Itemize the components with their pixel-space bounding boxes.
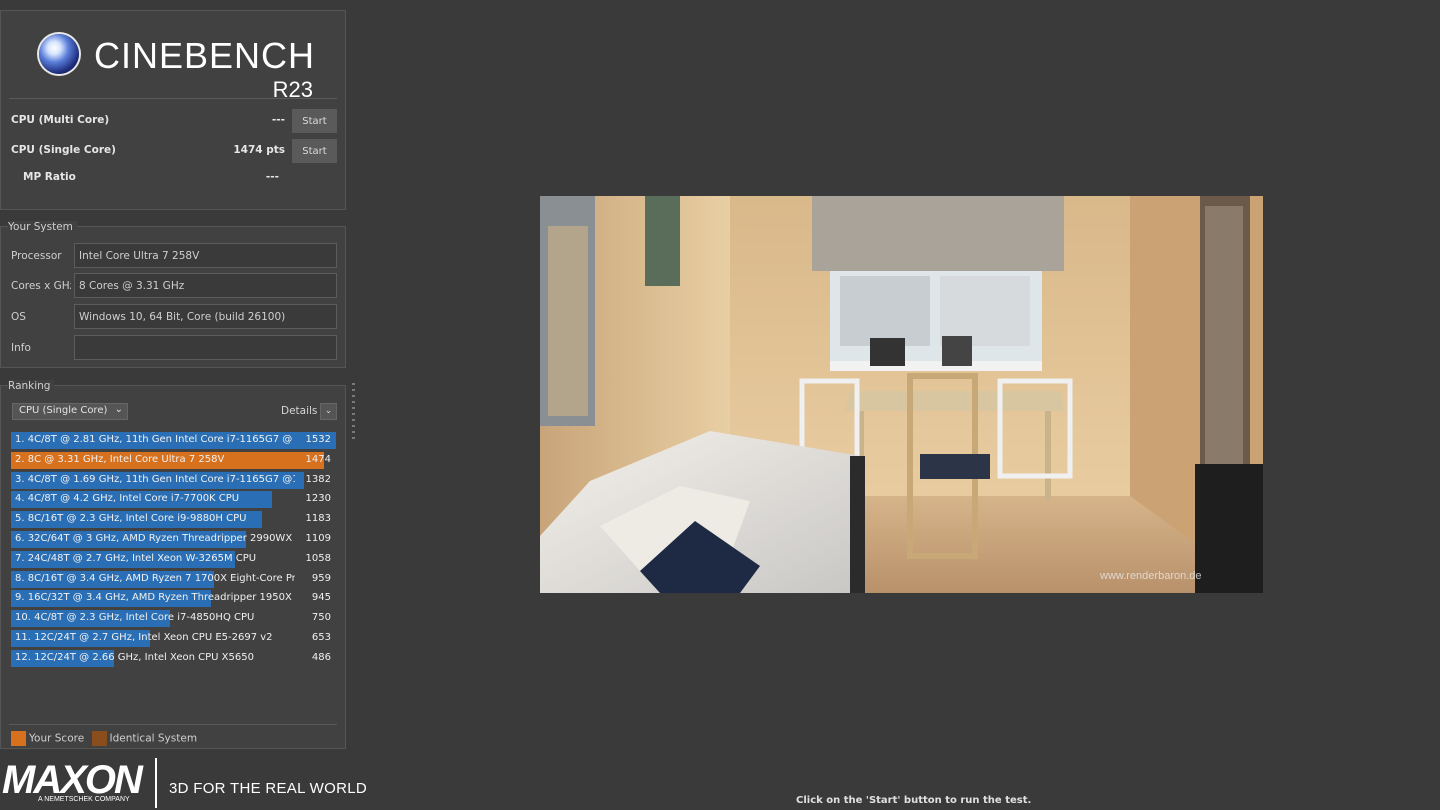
identical-system-swatch bbox=[91, 731, 107, 746]
info-label: Info bbox=[11, 342, 31, 354]
ranking-row[interactable]: 1. 4C/8T @ 2.81 GHz, 11th Gen Intel Core… bbox=[11, 431, 341, 451]
maxon-logo: MAXON A NEMETSCHEK COMPANY bbox=[2, 758, 148, 810]
ranking-entry-score: 1532 bbox=[305, 434, 331, 445]
single-core-start-button[interactable]: Start bbox=[292, 139, 337, 163]
ranking-row[interactable]: 4. 4C/8T @ 4.2 GHz, Intel Core i7-7700K … bbox=[11, 490, 341, 510]
divider bbox=[9, 98, 337, 99]
info-row: Info bbox=[1, 335, 347, 361]
render-scene-image: www.renderbaron.de bbox=[540, 196, 1263, 593]
app-version: R23 bbox=[272, 77, 313, 102]
ranking-row[interactable]: 8. 8C/16T @ 3.4 GHz, AMD Ryzen 7 1700X E… bbox=[11, 570, 341, 590]
maxon-subtitle: A NEMETSCHEK COMPANY bbox=[38, 796, 130, 803]
processor-label: Processor bbox=[11, 250, 62, 262]
mp-ratio-value: --- bbox=[265, 171, 279, 183]
panel-resize-handle[interactable] bbox=[352, 383, 355, 443]
cinebench-sphere-icon bbox=[39, 34, 79, 74]
divider bbox=[155, 758, 157, 808]
ranking-row[interactable]: 9. 16C/32T @ 3.4 GHz, AMD Ryzen Threadri… bbox=[11, 589, 341, 609]
tagline: 3D FOR THE REAL WORLD bbox=[169, 780, 367, 797]
cores-label: Cores x GHz bbox=[11, 280, 71, 292]
ranking-mode-dropdown[interactable]: CPU (Single Core) ⌄ bbox=[12, 403, 128, 420]
multi-core-row: CPU (Multi Core) --- Start bbox=[1, 109, 347, 133]
legend-identical-system-label: Identical System bbox=[109, 732, 198, 745]
ranking-entry-score: 1058 bbox=[305, 552, 331, 564]
ranking-mode-value: CPU (Single Core) bbox=[19, 405, 108, 416]
ranking-row[interactable]: 12. 12C/24T @ 2.66 GHz, Intel Xeon CPU X… bbox=[11, 649, 341, 669]
ranking-entry-score: 1109 bbox=[305, 532, 331, 544]
ranking-entry-score: 1382 bbox=[305, 473, 331, 485]
single-core-score: 1474 pts bbox=[233, 144, 285, 156]
ranking-entry-label: 6. 32C/64T @ 3 GHz, AMD Ryzen Threadripp… bbox=[15, 532, 295, 544]
system-title: Your System bbox=[8, 221, 77, 233]
cinebench-logo: CINEBENCH R23 bbox=[39, 27, 319, 102]
ranking-entry-score: 959 bbox=[311, 572, 331, 584]
legend-your-score-label: Your Score bbox=[29, 732, 85, 745]
status-message: Click on the 'Start' button to run the t… bbox=[796, 795, 1032, 806]
ranking-entry-label: 4. 4C/8T @ 4.2 GHz, Intel Core i7-7700K … bbox=[15, 493, 240, 505]
ranking-row[interactable]: 7. 24C/48T @ 2.7 GHz, Intel Xeon W-3265M… bbox=[11, 550, 341, 570]
ranking-entry-label: 10. 4C/8T @ 2.3 GHz, Intel Core i7-4850H… bbox=[15, 612, 255, 624]
ranking-entry-label: 5. 8C/16T @ 2.3 GHz, Intel Core i9-9880H… bbox=[15, 513, 247, 525]
details-toggle-button[interactable]: ⌄ bbox=[320, 403, 337, 420]
cores-row: Cores x GHz 8 Cores @ 3.31 GHz bbox=[1, 273, 347, 299]
ranking-entry-label: 9. 16C/32T @ 3.4 GHz, AMD Ryzen Threadri… bbox=[15, 592, 295, 604]
ranking-title: Ranking bbox=[8, 380, 55, 392]
single-core-row: CPU (Single Core) 1474 pts Start bbox=[1, 139, 347, 163]
ranking-legend: Your Score Identical System bbox=[11, 731, 201, 746]
ranking-entry-score: 750 bbox=[311, 612, 331, 624]
divider bbox=[9, 724, 337, 725]
ranking-entry-label: 7. 24C/48T @ 2.7 GHz, Intel Xeon W-3265M… bbox=[15, 552, 257, 564]
ranking-entry-score: 1230 bbox=[305, 493, 331, 505]
legend-identical-system: Identical System bbox=[91, 731, 198, 746]
cores-field[interactable]: 8 Cores @ 3.31 GHz bbox=[74, 273, 337, 298]
ranking-row[interactable]: 5. 8C/16T @ 2.3 GHz, Intel Core i9-9880H… bbox=[11, 510, 341, 530]
os-row: OS Windows 10, 64 Bit, Core (build 26100… bbox=[1, 304, 347, 330]
mp-ratio-label: MP Ratio bbox=[23, 171, 76, 183]
ranking-entry-score: 653 bbox=[311, 631, 331, 643]
os-field[interactable]: Windows 10, 64 Bit, Core (build 26100) bbox=[74, 304, 337, 329]
multi-core-score: --- bbox=[271, 114, 285, 126]
render-viewport: www.renderbaron.de bbox=[540, 196, 1263, 593]
your-score-swatch bbox=[11, 731, 26, 746]
app-title: CINEBENCH bbox=[94, 35, 316, 76]
benchmark-panel: CINEBENCH R23 CPU (Multi Core) --- Start… bbox=[0, 10, 346, 210]
os-label: OS bbox=[11, 311, 26, 323]
ranking-entry-label: 8. 8C/16T @ 3.4 GHz, AMD Ryzen 7 1700X E… bbox=[15, 572, 295, 584]
ranking-row[interactable]: 10. 4C/8T @ 2.3 GHz, Intel Core i7-4850H… bbox=[11, 609, 341, 629]
system-panel: Your System Processor Intel Core Ultra 7… bbox=[0, 221, 347, 368]
ranking-row-own[interactable]: 2. 8C @ 3.31 GHz, Intel Core Ultra 7 258… bbox=[11, 451, 341, 471]
info-field[interactable] bbox=[74, 335, 337, 360]
single-core-label: CPU (Single Core) bbox=[11, 144, 116, 156]
multi-core-start-button[interactable]: Start bbox=[292, 109, 337, 133]
legend-your-score: Your Score bbox=[11, 731, 84, 746]
ranking-entry-score: 486 bbox=[311, 651, 331, 663]
ranking-row[interactable]: 3. 4C/8T @ 1.69 GHz, 11th Gen Intel Core… bbox=[11, 471, 341, 491]
ranking-entry-label: 11. 12C/24T @ 2.7 GHz, Intel Xeon CPU E5… bbox=[15, 631, 273, 643]
ranking-entry-score: 1474 bbox=[305, 453, 331, 465]
chevron-down-icon: ⌄ bbox=[324, 406, 333, 416]
ranking-entry-score: 1183 bbox=[305, 513, 331, 525]
ranking-entry-label: 1. 4C/8T @ 2.81 GHz, 11th Gen Intel Core… bbox=[15, 434, 295, 445]
processor-field[interactable]: Intel Core Ultra 7 258V bbox=[74, 243, 337, 268]
ranking-entry-score: 945 bbox=[311, 592, 331, 604]
ranking-entry-label: 12. 12C/24T @ 2.66 GHz, Intel Xeon CPU X… bbox=[15, 651, 254, 663]
ranking-row[interactable]: 6. 32C/64T @ 3 GHz, AMD Ryzen Threadripp… bbox=[11, 530, 341, 550]
ranking-row[interactable]: 11. 12C/24T @ 2.7 GHz, Intel Xeon CPU E5… bbox=[11, 629, 341, 649]
processor-row: Processor Intel Core Ultra 7 258V bbox=[1, 243, 347, 269]
ranking-entry-label: 3. 4C/8T @ 1.69 GHz, 11th Gen Intel Core… bbox=[15, 473, 295, 485]
ranking-panel: Ranking CPU (Single Core) ⌄ Details ⌄ 1.… bbox=[0, 380, 346, 749]
ranking-list: 1. 4C/8T @ 2.81 GHz, 11th Gen Intel Core… bbox=[11, 431, 341, 669]
details-label: Details bbox=[281, 405, 318, 417]
ranking-entry-label: 2. 8C @ 3.31 GHz, Intel Core Ultra 7 258… bbox=[15, 453, 225, 465]
chevron-down-icon: ⌄ bbox=[114, 404, 123, 415]
multi-core-label: CPU (Multi Core) bbox=[11, 114, 110, 126]
render-watermark: www.renderbaron.de bbox=[1099, 570, 1202, 582]
